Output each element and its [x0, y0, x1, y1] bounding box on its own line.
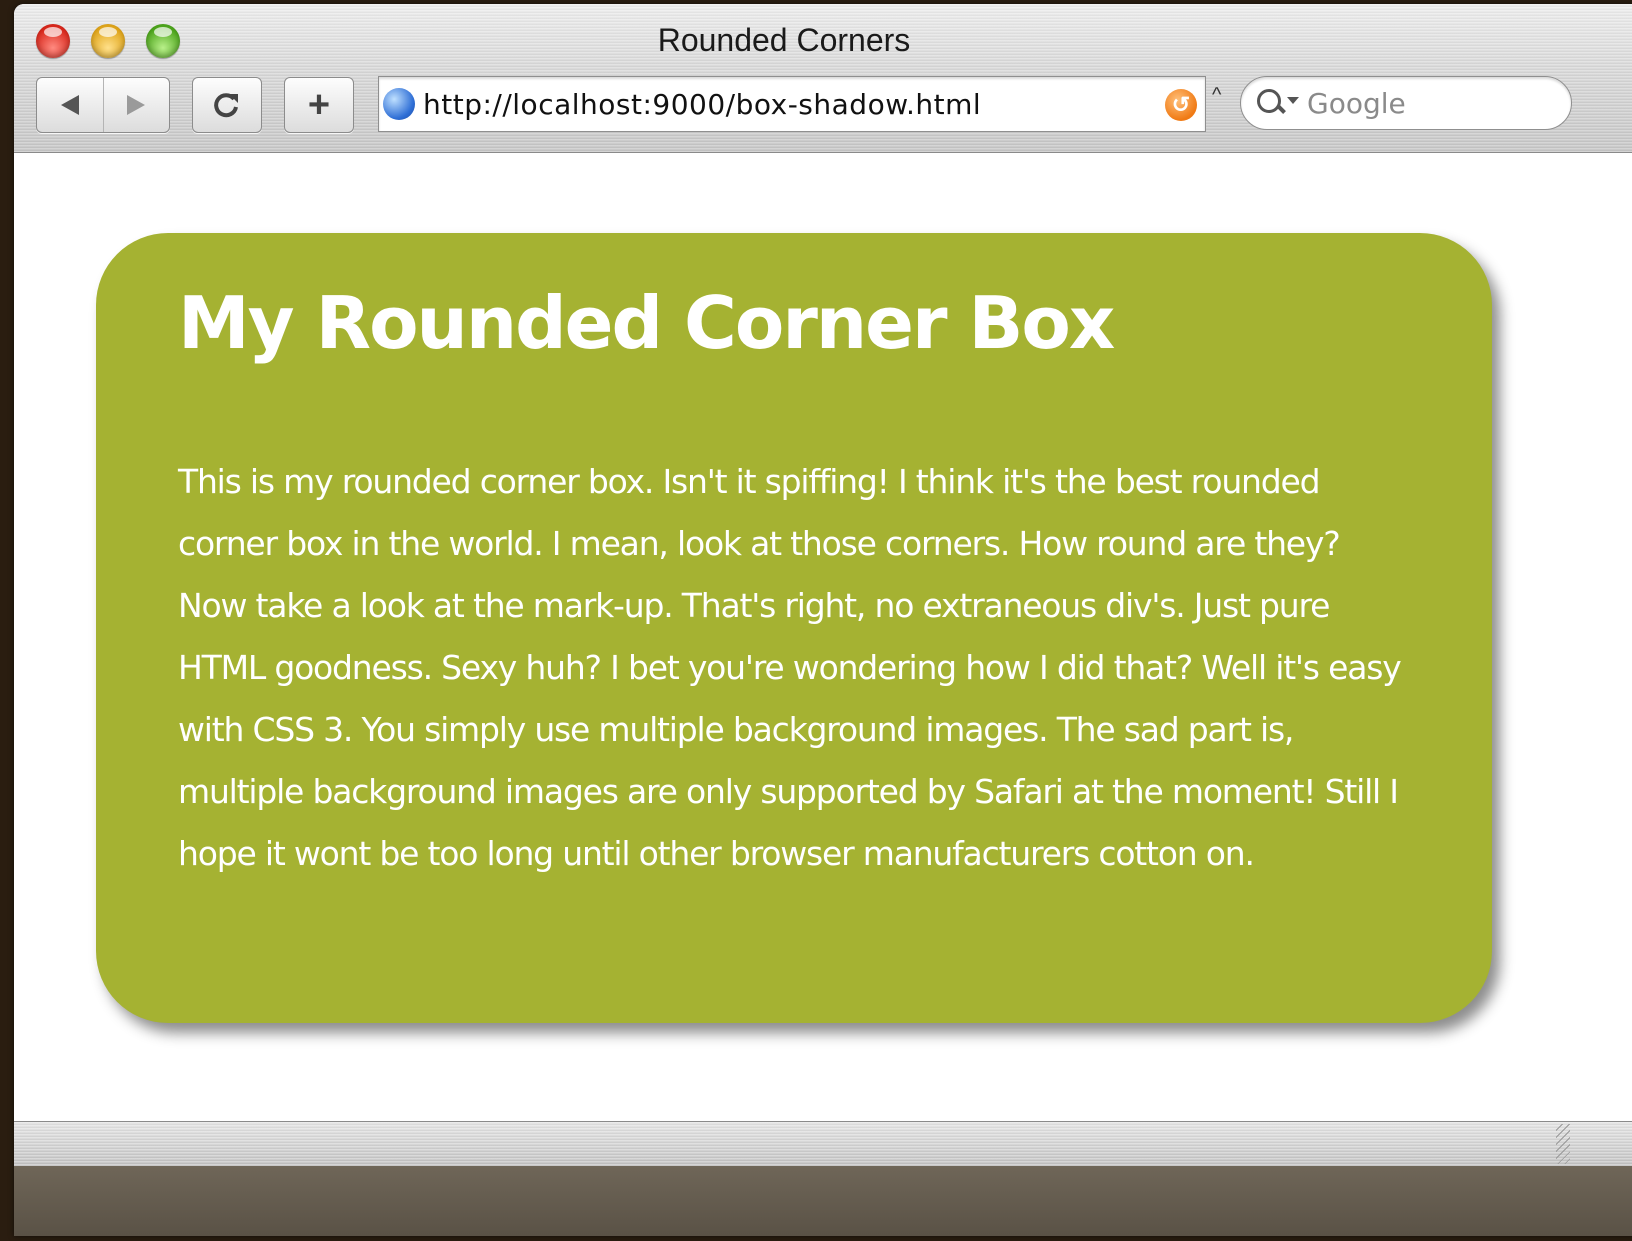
back-forward-buttons: [36, 77, 170, 133]
globe-icon: [383, 88, 415, 120]
window-title: Rounded Corners: [657, 22, 911, 58]
search-icon[interactable]: [1257, 85, 1301, 121]
browser-window: Rounded Corners + http://localhost:9000/…: [14, 4, 1632, 1236]
rss-icon[interactable]: ↺: [1165, 89, 1197, 121]
page-content: My Rounded Corner Box This is my rounded…: [14, 153, 1632, 1121]
rounded-corner-box: My Rounded Corner Box This is my rounded…: [96, 233, 1492, 1023]
title-toolbar: Rounded Corners + http://localhost:9000/…: [14, 4, 1632, 153]
status-bar: [14, 1121, 1632, 1166]
search-box[interactable]: [1240, 76, 1572, 130]
back-arrow-icon: [60, 95, 79, 115]
search-input[interactable]: [1305, 85, 1549, 121]
forward-button[interactable]: [104, 78, 170, 132]
resize-grip-icon[interactable]: [1556, 1124, 1570, 1164]
address-bar[interactable]: http://localhost:9000/box-shadow.html ↺: [378, 76, 1206, 132]
box-paragraph: This is my rounded corner box. Isn't it …: [178, 462, 1402, 873]
forward-arrow-icon: [127, 95, 146, 115]
reload-button[interactable]: [192, 77, 262, 133]
address-url[interactable]: http://localhost:9000/box-shadow.html: [423, 88, 981, 121]
window-bottom-edge: [14, 1166, 1632, 1236]
reload-icon: [214, 93, 238, 118]
box-heading: My Rounded Corner Box: [178, 281, 1115, 365]
back-button[interactable]: [37, 78, 104, 132]
add-bookmark-button[interactable]: +: [284, 77, 354, 133]
toolbar-resize-caret-icon[interactable]: ^: [1212, 84, 1221, 107]
